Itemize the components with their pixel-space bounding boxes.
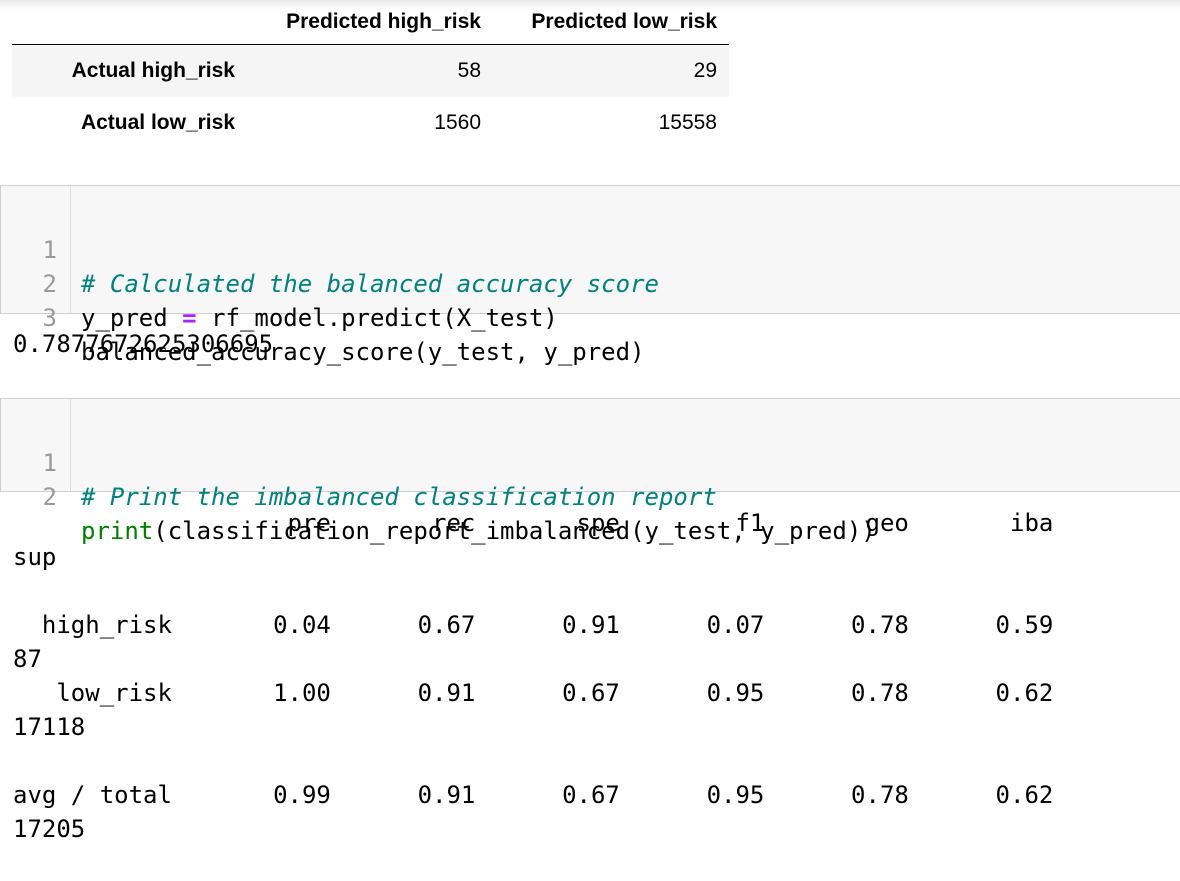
code-line: 2 print(classification_report_imbalanced… — [1, 446, 876, 545]
report-row-wrap: 87 — [13, 645, 42, 673]
header-predicted-high-risk: Predicted high_risk — [235, 0, 493, 45]
code-comment: # Calculated the balanced accuracy score — [81, 270, 659, 298]
header-predicted-low-risk: Predicted low_risk — [493, 0, 729, 45]
row-label-actual-low-risk: Actual low_risk — [80, 110, 235, 134]
report-header-line: pre rec spe f1 geo iba — [13, 509, 1054, 537]
report-row-low-risk: low_risk 1.00 0.91 0.67 0.95 0.78 0.62 — [13, 679, 1054, 707]
cell-value: 15558 — [658, 110, 717, 134]
balanced-accuracy-output: 0.7877672625306695 — [13, 330, 274, 358]
code-cell-classification-report[interactable]: 1 # Print the imbalanced classification … — [0, 398, 1180, 545]
cell-value: 1560 — [434, 110, 481, 134]
code-cell-balanced-accuracy[interactable]: 1 # Calculated the balanced accuracy sco… — [0, 185, 1180, 366]
cell-value: 29 — [693, 58, 717, 82]
report-row-high-risk: high_risk 0.04 0.67 0.91 0.07 0.78 0.59 — [13, 611, 1054, 639]
report-header-wrap: sup — [13, 543, 57, 571]
cell-value: 58 — [457, 58, 481, 82]
table-row: Actual low_risk 1560 15558 — [12, 97, 729, 149]
row-label-actual-high-risk: Actual high_risk — [71, 58, 235, 82]
table-row: Actual high_risk 58 29 — [12, 44, 729, 97]
header-blank — [12, 0, 235, 45]
code-line: 1 # Calculated the balanced accuracy sco… — [1, 199, 659, 298]
report-row-wrap: 17205 — [13, 815, 86, 843]
table-header-row: Predicted high_risk Predicted low_risk — [12, 0, 729, 45]
confusion-matrix-table: Predicted high_risk Predicted low_risk A… — [12, 0, 729, 149]
code-line: 2 y_pred = rf_model.predict(X_test) — [1, 233, 558, 332]
report-row-avg-total: avg / total 0.99 0.91 0.67 0.95 0.78 0.6… — [13, 781, 1054, 809]
code-line: 3 balanced_accuracy_score(y_test, y_pred… — [1, 267, 645, 366]
report-row-wrap: 17118 — [13, 713, 86, 741]
code-line: 1 # Print the imbalanced classification … — [1, 412, 717, 511]
